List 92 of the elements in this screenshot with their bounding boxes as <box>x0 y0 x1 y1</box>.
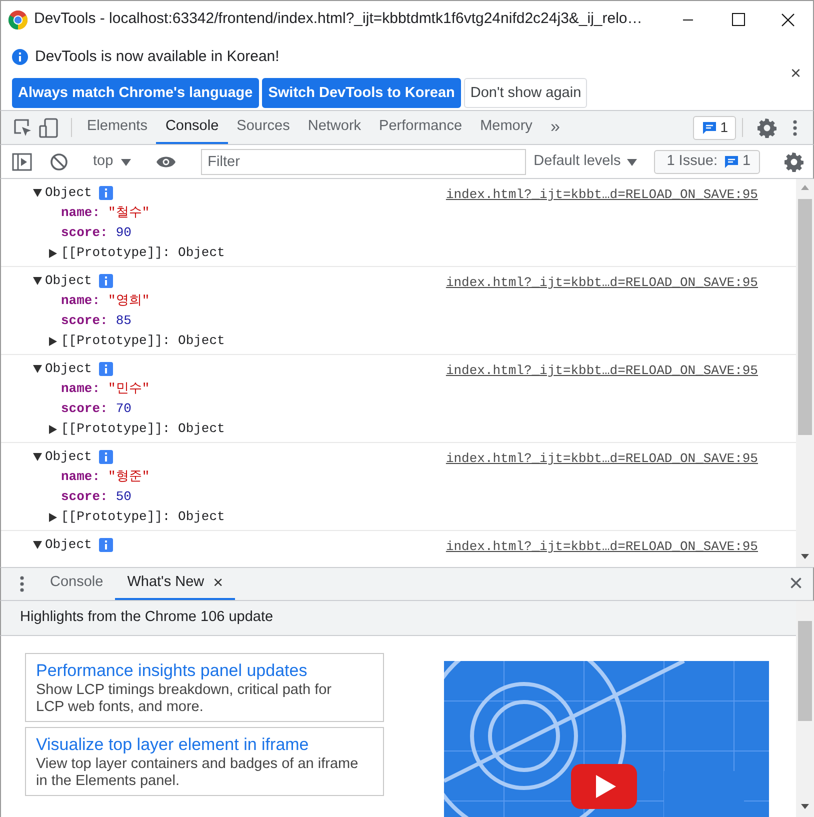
drawer-close-button[interactable]: × <box>778 568 813 600</box>
property-key: name: <box>61 203 100 223</box>
log-levels-dropdown[interactable]: Default levels <box>530 150 641 172</box>
message-icon <box>724 154 739 168</box>
caret-icon <box>120 158 131 166</box>
panel-tab[interactable]: Performance <box>370 111 472 144</box>
property-key: name: <box>61 467 100 487</box>
property-key: name: <box>61 379 100 399</box>
drawer-tab[interactable]: Console <box>38 568 116 600</box>
object-label: Object <box>45 360 92 378</box>
close-icon <box>781 12 795 26</box>
property-value: 50 <box>116 488 132 506</box>
collapsed-triangle-icon[interactable] <box>49 512 57 522</box>
panel-tab[interactable]: Elements <box>78 111 156 144</box>
highlight-card[interactable]: Visualize top layer element in iframe View top layer containers and badges of an iframe in the Elements panel. <box>25 727 384 796</box>
panel-tab[interactable]: Memory <box>471 111 542 144</box>
object-label: Object <box>45 536 92 554</box>
info-icon <box>12 49 28 66</box>
collapsed-triangle-icon[interactable] <box>49 248 57 258</box>
source-link[interactable]: index.html?_ijt=kbbt…d=RELOAD_ON_SAVE:95 <box>446 361 758 380</box>
collapsed-triangle-icon[interactable] <box>49 336 57 346</box>
scrollbar[interactable] <box>796 179 814 567</box>
more-options-icon[interactable] <box>793 120 797 136</box>
info-badge-icon <box>98 450 113 464</box>
clear-icon[interactable] <box>50 152 68 170</box>
caret-icon <box>626 158 637 166</box>
message-icon <box>702 120 717 134</box>
section-heading: Highlights from the Chrome 106 update <box>0 601 796 636</box>
expanded-triangle-icon[interactable] <box>33 277 42 285</box>
prototype-label: [[Prototype]]: Object <box>61 244 225 262</box>
property-value: "민수" <box>108 380 150 398</box>
property-value: 70 <box>116 400 132 418</box>
window-title: DevTools - localhost:63342/frontend/index.html?_ijt=kbbtdmtk1f6vtg24nifd2c24j3&_ij_relo… <box>33 9 644 30</box>
object-label: Object <box>45 272 92 290</box>
scrollbar[interactable] <box>796 601 814 817</box>
scroll-down-icon[interactable] <box>801 554 809 559</box>
collapsed-triangle-icon[interactable] <box>49 424 57 434</box>
chrome-logo-icon <box>8 10 28 30</box>
drawer-menu-icon[interactable] <box>20 576 24 592</box>
eye-icon[interactable] <box>156 154 176 168</box>
property-key: name: <box>61 291 100 311</box>
property-key: score: <box>61 399 108 419</box>
maximize-icon <box>732 13 744 26</box>
expanded-triangle-icon[interactable] <box>33 189 42 197</box>
expanded-triangle-icon[interactable] <box>33 453 42 461</box>
tab-close-button[interactable]: × <box>213 570 224 596</box>
property-key: score: <box>61 223 108 243</box>
panel-tab[interactable]: Sources <box>228 111 299 144</box>
more-tabs-button[interactable]: » <box>541 111 569 144</box>
scroll-down-icon[interactable] <box>801 804 809 809</box>
settings-icon[interactable] <box>784 152 804 172</box>
highlight-title[interactable]: Visualize top layer element in iframe <box>36 734 373 756</box>
filter-field[interactable]: Filter <box>200 148 526 174</box>
property-key: score: <box>61 311 108 331</box>
issues-button[interactable]: 1 Issue: 1 <box>654 150 760 174</box>
info-badge-icon <box>98 186 113 200</box>
close-button[interactable]: × <box>788 60 803 87</box>
messages-button[interactable]: 1 <box>692 116 736 140</box>
device-toolbar-icon[interactable] <box>39 118 59 138</box>
expanded-triangle-icon[interactable] <box>33 365 42 373</box>
object-label: Object <box>45 184 92 202</box>
source-link[interactable]: index.html?_ijt=kbbt…d=RELOAD_ON_SAVE:95 <box>446 273 758 292</box>
prototype-label: [[Prototype]]: Object <box>61 332 225 350</box>
source-link[interactable]: index.html?_ijt=kbbt…d=RELOAD_ON_SAVE:95 <box>446 449 758 468</box>
infobar-button[interactable]: Always match Chrome's language <box>12 78 259 108</box>
object-label: Object <box>45 448 92 466</box>
context-dropdown[interactable]: top <box>89 150 135 172</box>
info-badge-icon <box>98 274 113 288</box>
infobar-button[interactable]: Don't show again <box>464 78 588 108</box>
prototype-label: [[Prototype]]: Object <box>61 420 225 438</box>
sidebar-toggle-icon[interactable] <box>12 152 32 170</box>
highlight-card[interactable]: Performance insights panel updates Show LCP timings breakdown, critical path for LCP web fonts, and more. <box>25 653 384 722</box>
info-badge-icon <box>98 538 113 552</box>
info-message: DevTools is now available in Korean! <box>35 47 280 67</box>
property-value: 85 <box>116 312 132 330</box>
property-value: "철수" <box>108 204 150 222</box>
highlight-title[interactable]: Performance insights panel updates <box>36 660 373 682</box>
info-badge-icon <box>98 362 113 376</box>
property-value: "형준" <box>108 468 150 486</box>
highlight-description: View top layer containers and badges of an iframe in the Elements panel. <box>36 756 360 790</box>
expanded-triangle-icon[interactable] <box>33 541 42 549</box>
highlight-description: Show LCP timings breakdown, critical path for LCP web fonts, and more. <box>36 682 333 716</box>
source-link[interactable]: index.html?_ijt=kbbt…d=RELOAD_ON_SAVE:95 <box>446 185 758 204</box>
infobar-button[interactable]: Switch DevTools to Korean <box>262 78 461 108</box>
property-value: 90 <box>116 224 132 242</box>
panel-tab[interactable]: Network <box>298 111 370 144</box>
prototype-label: [[Prototype]]: Object <box>61 508 225 526</box>
inspect-icon[interactable] <box>13 118 32 137</box>
property-value: "영희" <box>108 292 150 310</box>
property-key: score: <box>61 487 108 507</box>
settings-icon[interactable] <box>757 118 777 138</box>
source-link[interactable]: index.html?_ijt=kbbt…d=RELOAD_ON_SAVE:95 <box>446 537 758 556</box>
